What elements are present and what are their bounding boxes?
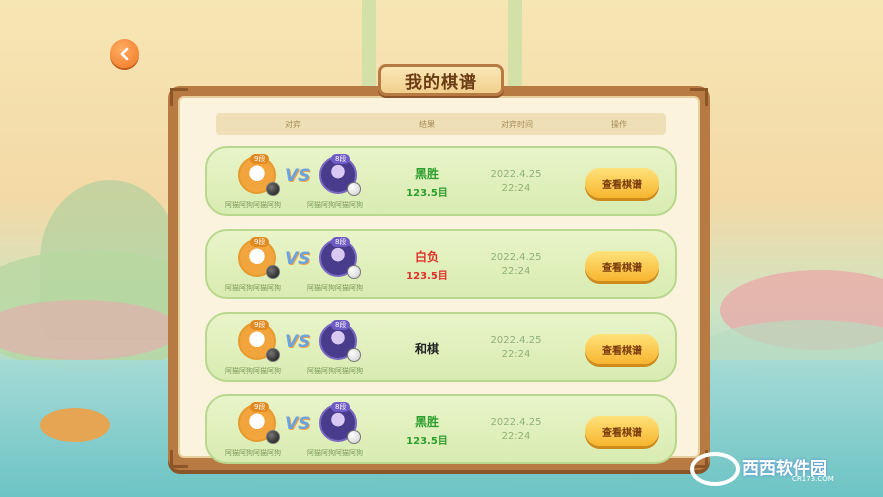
- view-record-button[interactable]: 查看棋谱: [585, 416, 659, 446]
- white-stone-icon: [347, 182, 361, 196]
- player2-name: 阿猫阿狗阿猫阿狗: [307, 367, 363, 375]
- game-time: 2022.4.25 22:24: [483, 334, 549, 362]
- black-stone-icon: [266, 348, 280, 362]
- game-date: 2022.4.25: [490, 169, 542, 180]
- record-row: 9段 阿猫阿狗阿猫阿狗 VS 8段 阿猫阿狗阿猫阿狗 黑胜 123.5目 202…: [205, 394, 677, 464]
- result-score: 123.5目: [406, 271, 448, 282]
- vs-label: VS: [285, 414, 311, 434]
- player1-dan-badge: 9段: [250, 154, 270, 164]
- player2-dan-badge: 8段: [331, 402, 351, 412]
- header-action: 操作: [611, 119, 627, 129]
- player1-avatar[interactable]: 9段: [238, 402, 280, 444]
- player2-name: 阿猫阿狗阿猫阿狗: [307, 201, 363, 209]
- black-stone-icon: [266, 265, 280, 279]
- player1-dan-badge: 9段: [250, 320, 270, 330]
- title-plaque: 我的棋谱: [378, 64, 504, 96]
- result: 和棋: [397, 340, 457, 357]
- game-date: 2022.4.25: [490, 417, 542, 428]
- player2-avatar[interactable]: 8段: [319, 237, 361, 279]
- view-record-button[interactable]: 查看棋谱: [585, 251, 659, 281]
- result: 黑胜 123.5目: [397, 165, 457, 199]
- game-time: 2022.4.25 22:24: [483, 251, 549, 279]
- vs-label: VS: [285, 332, 311, 352]
- back-button[interactable]: [110, 39, 139, 68]
- game-time: 2022.4.25 22:24: [483, 168, 549, 196]
- header-opponent: 对弈: [285, 119, 301, 129]
- game-clock: 22:24: [501, 266, 531, 277]
- panel-corner-ornament: [170, 88, 188, 106]
- white-stone-icon: [347, 265, 361, 279]
- game-time: 2022.4.25 22:24: [483, 416, 549, 444]
- page-title: 我的棋谱: [405, 72, 477, 93]
- view-record-button[interactable]: 查看棋谱: [585, 168, 659, 198]
- player1-avatar[interactable]: 9段: [238, 237, 280, 279]
- game-clock: 22:24: [501, 349, 531, 360]
- result-main: 白负: [414, 250, 439, 264]
- background-rock: [40, 408, 110, 442]
- result-score: 123.5目: [406, 436, 448, 447]
- header-result: 结果: [419, 119, 435, 129]
- player1-name: 阿猫阿狗阿猫阿狗: [225, 284, 281, 292]
- watermark-sub: CR173.COM: [792, 475, 834, 483]
- view-record-button[interactable]: 查看棋谱: [585, 334, 659, 364]
- result-main: 和棋: [414, 342, 439, 356]
- record-row: 9段 阿猫阿狗阿猫阿狗 VS 8段 阿猫阿狗阿猫阿狗 和棋 2022.4.25 …: [205, 312, 677, 382]
- record-row: 9段 阿猫阿狗阿猫阿狗 VS 8段 阿猫阿狗阿猫阿狗 黑胜 123.5目 202…: [205, 146, 677, 216]
- game-date: 2022.4.25: [490, 252, 542, 263]
- result: 白负 123.5目: [397, 248, 457, 282]
- game-date: 2022.4.25: [490, 335, 542, 346]
- player1-dan-badge: 9段: [250, 237, 270, 247]
- panel-corner-ornament: [690, 88, 708, 106]
- record-row: 9段 阿猫阿狗阿猫阿狗 VS 8段 阿猫阿狗阿猫阿狗 白负 123.5目 202…: [205, 229, 677, 299]
- panel-corner-ornament: [170, 450, 188, 468]
- player2-avatar[interactable]: 8段: [319, 320, 361, 362]
- result: 黑胜 123.5目: [397, 413, 457, 447]
- player2-dan-badge: 8段: [331, 237, 351, 247]
- watermark-logo: [690, 452, 740, 486]
- player2-avatar[interactable]: 8段: [319, 402, 361, 444]
- black-stone-icon: [266, 182, 280, 196]
- back-arrow-icon: [120, 47, 128, 60]
- player2-avatar[interactable]: 8段: [319, 154, 361, 196]
- player1-name: 阿猫阿狗阿猫阿狗: [225, 449, 281, 457]
- result-main: 黑胜: [414, 167, 439, 181]
- table-header: 对弈 结果 对弈时间 操作: [216, 113, 666, 135]
- player2-name: 阿猫阿狗阿猫阿狗: [307, 449, 363, 457]
- white-stone-icon: [347, 430, 361, 444]
- player2-dan-badge: 8段: [331, 154, 351, 164]
- black-stone-icon: [266, 430, 280, 444]
- player2-name: 阿猫阿狗阿猫阿狗: [307, 284, 363, 292]
- white-stone-icon: [347, 348, 361, 362]
- player1-avatar[interactable]: 9段: [238, 154, 280, 196]
- result-score: 123.5目: [406, 188, 448, 199]
- game-clock: 22:24: [501, 183, 531, 194]
- player1-name: 阿猫阿狗阿猫阿狗: [225, 367, 281, 375]
- header-time: 对弈时间: [501, 119, 533, 129]
- player1-avatar[interactable]: 9段: [238, 320, 280, 362]
- game-clock: 22:24: [501, 431, 531, 442]
- player1-name: 阿猫阿狗阿猫阿狗: [225, 201, 281, 209]
- result-main: 黑胜: [414, 415, 439, 429]
- vs-label: VS: [285, 249, 311, 269]
- vs-label: VS: [285, 166, 311, 186]
- player1-dan-badge: 9段: [250, 402, 270, 412]
- player2-dan-badge: 8段: [331, 320, 351, 330]
